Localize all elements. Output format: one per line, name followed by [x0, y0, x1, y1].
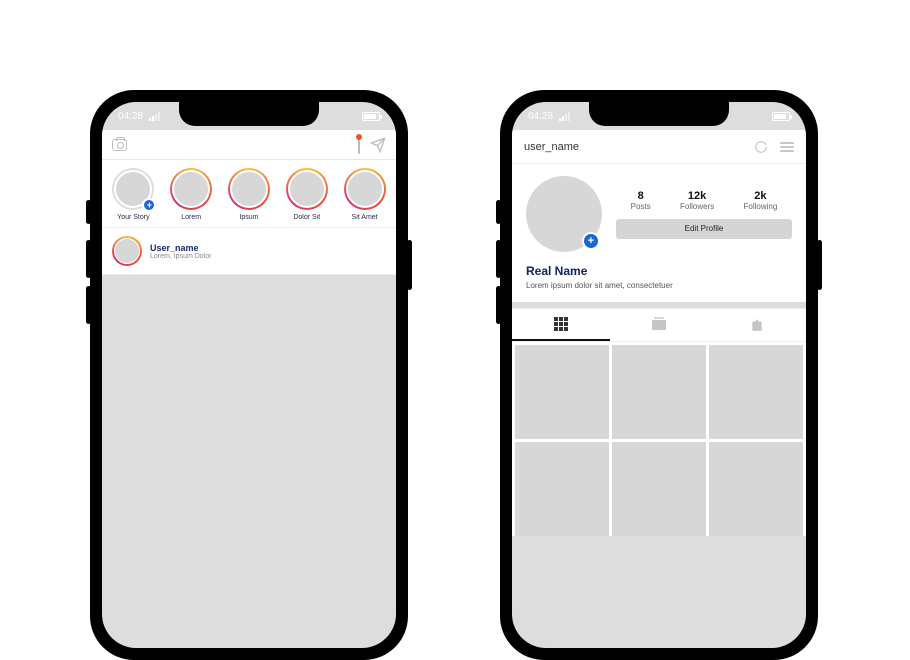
send-icon[interactable] — [370, 137, 386, 153]
plus-icon: + — [142, 198, 156, 212]
story-label: Lorem — [181, 214, 201, 221]
stat-label: Followers — [680, 202, 714, 211]
refresh-icon[interactable] — [754, 140, 768, 154]
post-grid — [512, 342, 806, 536]
notch — [179, 102, 319, 126]
tab-feed[interactable] — [610, 309, 708, 341]
feed-header — [102, 130, 396, 160]
post-thumbnail[interactable] — [709, 442, 803, 536]
post-header[interactable]: User_name Lorem, Ipsum Dolor — [102, 228, 396, 275]
side-button — [496, 286, 501, 324]
profile-username[interactable]: user_name — [524, 141, 579, 153]
stat-posts[interactable]: 8 Posts — [631, 190, 651, 211]
stat-label: Following — [744, 202, 778, 211]
story-item[interactable]: Ipsum — [224, 168, 275, 221]
story-label: Ipsum — [239, 214, 258, 221]
clock: 04:28 — [118, 111, 143, 122]
post-thumbnail[interactable] — [612, 442, 706, 536]
stories-row: + Your Story Lorem Ipsum Dolor Sit Sit A… — [102, 160, 396, 228]
menu-icon[interactable] — [780, 142, 794, 152]
post-avatar — [112, 236, 142, 266]
tagged-icon — [750, 318, 764, 332]
notch — [589, 102, 729, 126]
edit-profile-button[interactable]: Edit Profile — [616, 219, 792, 239]
story-item[interactable]: Sit Amet — [339, 168, 390, 221]
post-username: User_name — [150, 243, 211, 253]
camera-icon[interactable] — [112, 139, 127, 151]
post-thumbnail[interactable] — [515, 345, 609, 439]
signal-icon — [149, 112, 160, 121]
profile-real-name: Real Name — [526, 264, 792, 278]
notification-dot — [356, 134, 362, 140]
profile-avatar[interactable]: + — [526, 176, 602, 252]
profile-bio: Lorem ipsum dolor sit amet, consectetuer — [526, 281, 792, 290]
side-button — [86, 240, 91, 278]
side-button — [496, 240, 501, 278]
feed-icon — [652, 320, 666, 330]
side-button — [407, 240, 412, 290]
battery-icon — [772, 112, 790, 121]
plus-icon: + — [582, 232, 600, 250]
story-item[interactable]: Lorem — [166, 168, 217, 221]
post-thumbnail[interactable] — [612, 345, 706, 439]
side-button — [496, 200, 501, 224]
story-label: Your Story — [117, 214, 149, 221]
battery-icon — [362, 112, 380, 121]
side-button — [86, 286, 91, 324]
post-thumbnail[interactable] — [515, 442, 609, 536]
stat-followers[interactable]: 12k Followers — [680, 190, 714, 211]
story-item[interactable]: Dolor Sit — [281, 168, 332, 221]
story-label: Sit Amet — [352, 214, 378, 221]
signal-icon — [559, 112, 570, 121]
story-your-story[interactable]: + Your Story — [108, 168, 159, 221]
post-thumbnail[interactable] — [709, 345, 803, 439]
story-label: Dolor Sit — [293, 214, 320, 221]
tab-grid[interactable] — [512, 309, 610, 341]
side-button — [817, 240, 822, 290]
stat-value: 12k — [680, 190, 714, 202]
stat-value: 2k — [744, 190, 778, 202]
profile-header: user_name — [512, 130, 806, 164]
post-subtitle: Lorem, Ipsum Dolor — [150, 253, 211, 260]
side-button — [86, 200, 91, 224]
stat-value: 8 — [631, 190, 651, 202]
profile-top: + 8 Posts 12k Followers 2k — [512, 164, 806, 302]
screen: 04:28 + Your Story — [102, 102, 396, 648]
tab-tagged[interactable] — [708, 309, 806, 341]
phone-feed: 04:28 + Your Story — [90, 90, 408, 660]
screen: 04:28 user_name + — [512, 102, 806, 648]
grid-icon — [554, 317, 568, 331]
stat-following[interactable]: 2k Following — [744, 190, 778, 211]
clock: 04:28 — [528, 111, 553, 122]
phone-profile: 04:28 user_name + — [500, 90, 818, 660]
profile-tabs — [512, 308, 806, 342]
inbox-button[interactable] — [358, 136, 360, 154]
stat-label: Posts — [631, 202, 651, 211]
stats-row: 8 Posts 12k Followers 2k Following — [616, 190, 792, 211]
